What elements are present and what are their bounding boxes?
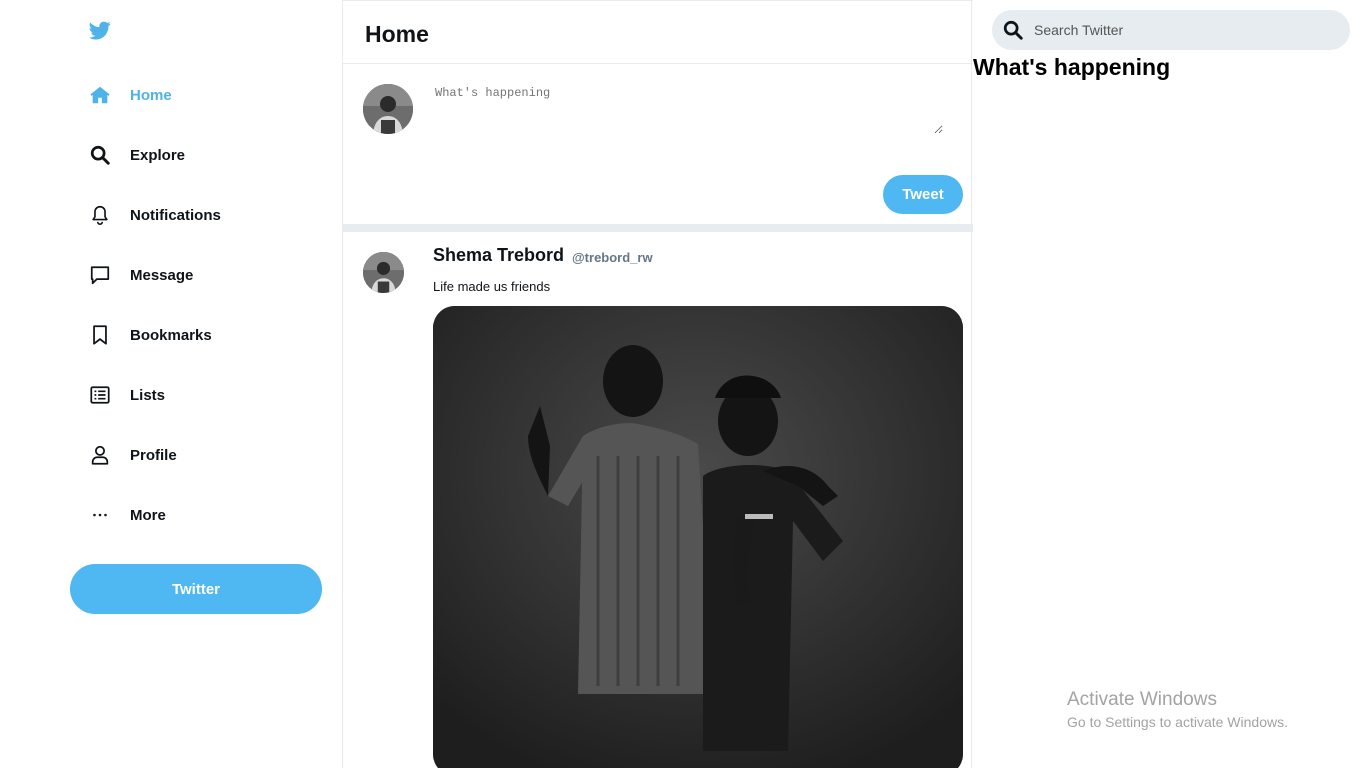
sidebar: Home Explore Notifications Message Bookm… <box>0 0 342 768</box>
search-box[interactable] <box>992 10 1350 50</box>
search-icon <box>88 143 112 167</box>
tweet-text: Life made us friends <box>433 279 551 294</box>
nav-item-explore[interactable]: Explore <box>88 140 185 170</box>
nav-label: More <box>130 506 166 524</box>
avatar[interactable] <box>363 84 413 134</box>
search-icon <box>1002 19 1024 41</box>
page-title: Home <box>365 21 429 47</box>
bell-icon <box>88 203 112 227</box>
nav-item-message[interactable]: Message <box>88 260 193 290</box>
profile-icon <box>88 443 112 467</box>
nav-item-bookmarks[interactable]: Bookmarks <box>88 320 212 350</box>
section-divider <box>343 224 973 232</box>
tweet-button[interactable]: Tweet <box>883 175 963 214</box>
feed-header: Home <box>343 0 973 64</box>
activate-windows-watermark: Activate Windows Go to Settings to activ… <box>1067 689 1288 730</box>
nav-item-lists[interactable]: Lists <box>88 380 165 410</box>
nav-label: Bookmarks <box>130 326 212 344</box>
author-handle[interactable]: @trebord_rw <box>572 250 653 265</box>
twitter-button[interactable]: Twitter <box>70 564 322 614</box>
home-icon <box>88 83 112 107</box>
nav-label: Lists <box>130 386 166 404</box>
list-icon <box>88 383 112 407</box>
twitter-bird-icon[interactable] <box>88 19 111 41</box>
bookmark-icon <box>88 323 112 347</box>
nav-item-home[interactable]: Home <box>88 80 172 110</box>
watermark-line1: Activate Windows <box>1067 689 1217 710</box>
nav-item-profile[interactable]: Profile <box>88 440 177 470</box>
nav-label: Home <box>130 86 172 104</box>
tweet-photo[interactable] <box>433 306 963 768</box>
watermark-line2: Go to Settings to activate Windows. <box>1067 714 1288 730</box>
author-name[interactable]: Shema Trebord <box>433 245 564 266</box>
search-input[interactable] <box>1034 19 1334 41</box>
more-icon <box>88 503 112 527</box>
nav-label: Explore <box>130 146 186 164</box>
nav-item-notifications[interactable]: Notifications <box>88 200 221 230</box>
avatar[interactable] <box>363 252 404 293</box>
compose-input[interactable] <box>433 82 943 134</box>
main-feed: Home Tweet Shema Trebord @trebord_rw Lif… <box>342 0 973 768</box>
nav-label: Profile <box>130 446 177 464</box>
nav-item-more[interactable]: More <box>88 500 166 530</box>
trends-title: What's happening <box>973 54 1171 80</box>
message-icon <box>88 263 112 287</box>
nav-label: Notifications <box>130 206 221 224</box>
nav-label: Message <box>130 266 194 284</box>
